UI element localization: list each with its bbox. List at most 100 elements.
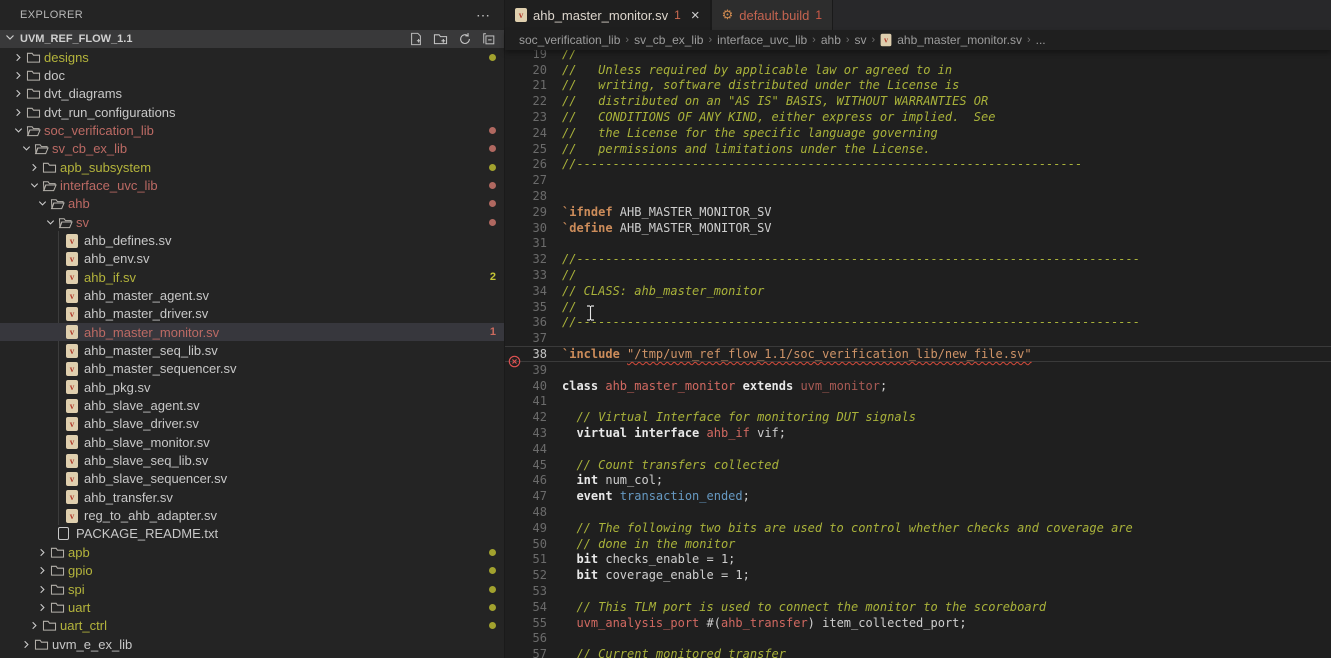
tree-file-ahb_master_driver.sv[interactable]: vahb_master_driver.sv [0,305,505,323]
code-line-20[interactable]: 20// Unless required by applicable law o… [505,62,1331,78]
explorer-more-actions-icon[interactable]: ⋯ [476,10,490,20]
code-line-46[interactable]: 46 int num_col; [505,473,1331,489]
code-line-55[interactable]: 55 uvm_analysis_port #(ahb_transfer) ite… [505,615,1331,631]
tree-folder-soc_verification_lib[interactable]: soc_verification_lib [0,121,505,139]
refresh-icon[interactable] [458,32,472,46]
code-line-52[interactable]: 52 bit coverage_enable = 1; [505,567,1331,583]
code-line-21[interactable]: 21// writing, software distributed under… [505,78,1331,94]
code-line-41[interactable]: 41 [505,394,1331,410]
code-line-45[interactable]: 45 // Count transfers collected [505,457,1331,473]
tree-file-PACKAGE_README.txt[interactable]: PACKAGE_README.txt [0,525,505,543]
tree-file-ahb_pkg.sv[interactable]: vahb_pkg.sv [0,378,505,396]
tree-file-ahb_env.sv[interactable]: vahb_env.sv [0,250,505,268]
code-line-35[interactable]: 35// [505,299,1331,315]
chevron-right-icon [34,565,50,576]
chevron-right-icon [26,162,42,173]
code-line-28[interactable]: 28 [505,188,1331,204]
tree-file-ahb_slave_sequencer.sv[interactable]: vahb_slave_sequencer.sv [0,470,505,488]
code-line-49[interactable]: 49 // The following two bits are used to… [505,520,1331,536]
tree-folder-uvm_e_ex_lib[interactable]: uvm_e_ex_lib [0,635,505,653]
tree-file-ahb_master_seq_lib.sv[interactable]: vahb_master_seq_lib.sv [0,341,505,359]
code-line-36[interactable]: 36//------------------------------------… [505,315,1331,331]
code-line-54[interactable]: 54 // This TLM port is used to connect t… [505,599,1331,615]
tree-folder-interface_uvc_lib[interactable]: interface_uvc_lib [0,176,505,194]
code-line-43[interactable]: 43 virtual interface ahb_if vif; [505,425,1331,441]
line-number: 21 [533,78,547,92]
code-line-33[interactable]: 33// [505,267,1331,283]
tree-file-ahb_transfer.sv[interactable]: vahb_transfer.sv [0,488,505,506]
code-line-39[interactable]: 39 [505,362,1331,378]
line-number: 36 [533,315,547,329]
problems-count-badge: 1 [490,326,496,338]
tree-file-ahb_slave_driver.sv[interactable]: vahb_slave_driver.sv [0,415,505,433]
code-line-24[interactable]: 24// the License for the specific langua… [505,125,1331,141]
tree-file-ahb_slave_agent.sv[interactable]: vahb_slave_agent.sv [0,396,505,414]
code-line-34[interactable]: 34// CLASS: ahb_master_monitor [505,283,1331,299]
tree-folder-designs[interactable]: designs [0,48,505,66]
code-line-27[interactable]: 27 [505,172,1331,188]
tree-folder-uart_ctrl[interactable]: uart_ctrl [0,617,505,635]
code-line-29[interactable]: 29`ifndef AHB_MASTER_MONITOR_SV [505,204,1331,220]
explorer-header: EXPLORER ⋯ [0,0,504,30]
tree-file-ahb_slave_seq_lib.sv[interactable]: vahb_slave_seq_lib.sv [0,451,505,469]
breadcrumb-more[interactable]: ... [1036,33,1046,47]
breadcrumb-item[interactable]: sv_cb_ex_lib [634,33,703,47]
tree-file-ahb_defines.sv[interactable]: vahb_defines.sv [0,231,505,249]
tree-folder-sv[interactable]: sv [0,213,505,231]
tree-folder-sv_cb_ex_lib[interactable]: sv_cb_ex_lib [0,140,505,158]
code-line-53[interactable]: 53 [505,583,1331,599]
code-line-37[interactable]: 37 [505,330,1331,346]
breadcrumb-item[interactable]: sv [855,33,867,47]
tree-file-ahb_slave_monitor.sv[interactable]: vahb_slave_monitor.sv [0,433,505,451]
code-line-47[interactable]: 47 event transaction_ended; [505,488,1331,504]
tree-folder-apb[interactable]: apb [0,543,505,561]
breadcrumb-item[interactable]: interface_uvc_lib [717,33,807,47]
line-content: // CLASS: ahb_master_monitor [562,284,764,298]
code-line-32[interactable]: 32//------------------------------------… [505,251,1331,267]
tree-file-ahb_master_agent.sv[interactable]: vahb_master_agent.sv [0,286,505,304]
breadcrumb-item[interactable]: soc_verification_lib [519,33,620,47]
code-line-57[interactable]: 57 // Current monitored transfer [505,646,1331,658]
tab-default-build[interactable]: ⚙ default.build 1 [711,0,833,30]
code-line-56[interactable]: 56 [505,631,1331,647]
code-line-42[interactable]: 42 // Virtual Interface for monitoring D… [505,409,1331,425]
new-folder-icon[interactable] [433,32,448,46]
code-line-31[interactable]: 31 [505,236,1331,252]
tree-folder-doc[interactable]: doc [0,66,505,84]
tree-folder-ahb[interactable]: ahb [0,195,505,213]
tree-folder-dvt_run_configurations[interactable]: dvt_run_configurations [0,103,505,121]
code-line-23[interactable]: 23// CONDITIONS OF ANY KIND, either expr… [505,109,1331,125]
tree-folder-spi[interactable]: spi [0,580,505,598]
breadcrumb-separator: › [625,34,629,46]
new-file-icon[interactable] [409,32,423,46]
tree-folder-uart[interactable]: uart [0,598,505,616]
tab-ahb-master-monitor[interactable]: v ahb_master_monitor.sv 1 × [505,0,711,30]
tree-file-ahb_if.sv[interactable]: vahb_if.sv2 [0,268,505,286]
code-line-48[interactable]: 48 [505,504,1331,520]
code-line-44[interactable]: 44 [505,441,1331,457]
tree-folder-gpio[interactable]: gpio [0,562,505,580]
tree-file-reg_to_ahb_adapter.sv[interactable]: vreg_to_ahb_adapter.sv [0,507,505,525]
code-line-30[interactable]: 30`define AHB_MASTER_MONITOR_SV [505,220,1331,236]
collapse-all-icon[interactable] [482,32,496,46]
close-icon[interactable]: × [691,7,700,24]
sv-file-icon: v [66,270,84,284]
code-line-40[interactable]: 40class ahb_master_monitor extends uvm_m… [505,378,1331,394]
line-number: 37 [533,331,547,345]
tree-folder-dvt_diagrams[interactable]: dvt_diagrams [0,85,505,103]
tree-file-ahb_master_sequencer.sv[interactable]: vahb_master_sequencer.sv [0,360,505,378]
tree-folder-apb_subsystem[interactable]: apb_subsystem [0,158,505,176]
code-line-26[interactable]: 26//------------------------------------… [505,157,1331,173]
code-area[interactable]: 19//20// Unless required by applicable l… [505,30,1331,658]
code-line-38[interactable]: 38`include "/tmp/uvm_ref_flow_1.1/soc_ve… [505,346,1331,362]
breadcrumb-file[interactable]: ahb_master_monitor.sv [897,33,1022,47]
build-gear-icon: ⚙ [722,7,734,23]
chevron-down-icon [34,198,50,209]
code-line-50[interactable]: 50 // done in the monitor [505,536,1331,552]
breadcrumb-item[interactable]: ahb [821,33,841,47]
code-line-22[interactable]: 22// distributed on an "AS IS" BASIS, WI… [505,93,1331,109]
workspace-section-header[interactable]: UVM_REF_FLOW_1.1 [0,30,504,48]
code-line-25[interactable]: 25// permissions and limitations under t… [505,141,1331,157]
code-line-51[interactable]: 51 bit checks_enable = 1; [505,552,1331,568]
tree-file-ahb_master_monitor.sv[interactable]: vahb_master_monitor.sv1 [0,323,505,341]
